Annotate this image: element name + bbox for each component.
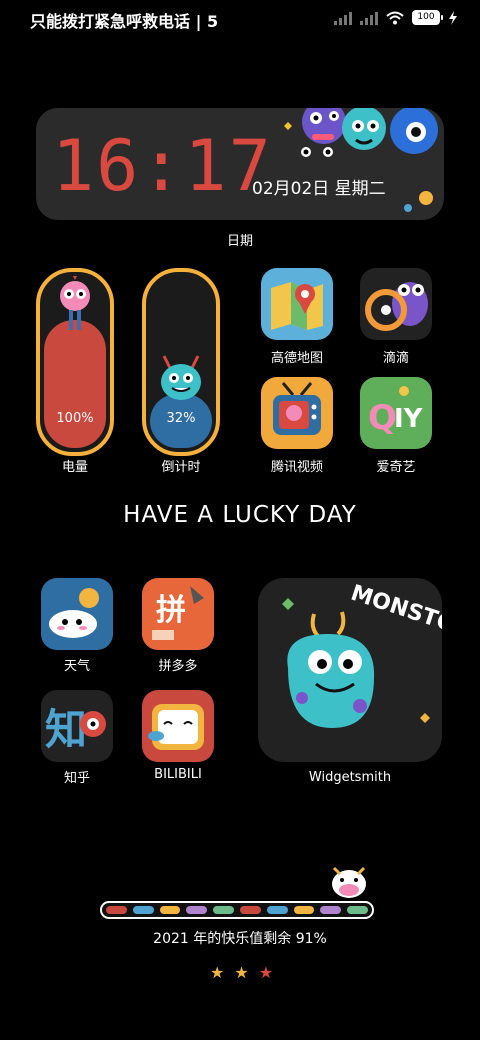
progress-segment — [239, 906, 261, 914]
monster-widget[interactable]: MONSTOR — [258, 578, 442, 762]
iqiyi-app[interactable]: Q IY — [360, 377, 432, 449]
clock-time: 16:17 — [52, 125, 273, 207]
weather-icon — [41, 578, 113, 650]
monster-widget-label: Widgetsmith — [308, 770, 392, 785]
progress-segment — [213, 906, 234, 914]
progress-segment — [159, 906, 181, 914]
bilibili-app[interactable] — [142, 690, 214, 762]
didi-icon — [360, 268, 432, 340]
tencent-video-icon — [261, 377, 333, 449]
iqiyi-label: 爱奇艺 — [376, 460, 416, 475]
monster-cluster-icon — [284, 108, 438, 212]
bilibili-icon — [142, 690, 214, 762]
tencent-video-app[interactable] — [261, 377, 333, 449]
pink-monster-icon — [60, 276, 90, 330]
status-carrier-text: 只能拨打紧急呼救电话 | 5 — [30, 12, 219, 31]
iqiyi-icon: Q IY — [360, 377, 432, 449]
headline: HAVE A LUCKY DAY — [123, 502, 357, 528]
charging-icon — [449, 10, 457, 25]
monster-art-text: MONSTOR — [348, 581, 442, 644]
amap-label: 高德地图 — [270, 351, 323, 366]
star-icon: ★ — [234, 963, 249, 982]
stars-row: ★ ★ ★ — [210, 963, 273, 982]
didi-app[interactable] — [360, 268, 432, 340]
svg-text:知: 知 — [45, 705, 87, 754]
zhihu-icon: 知 — [41, 690, 113, 762]
zhihu-app[interactable]: 知 — [41, 690, 113, 762]
battery-label: 电量 — [61, 460, 88, 475]
pinduoduo-app[interactable]: 拼 — [142, 578, 214, 650]
countdown-widget[interactable]: 32% — [142, 268, 220, 456]
amap-icon — [261, 268, 333, 340]
svg-text:Q: Q — [368, 398, 397, 438]
progress-segment — [266, 906, 288, 914]
svg-text:拼: 拼 — [156, 593, 186, 628]
progress-segment — [293, 906, 315, 914]
wifi-icon — [386, 11, 404, 24]
countdown-value: 32% — [166, 411, 196, 426]
countdown-label: 倒计时 — [161, 460, 201, 475]
battery-icon: 100 — [412, 10, 443, 25]
tencent-video-label: 腾讯视频 — [270, 460, 323, 475]
signal-icon-2 — [360, 11, 378, 25]
progress-segment — [106, 906, 127, 914]
battery-widget[interactable]: 100% — [36, 268, 114, 456]
bilibili-label: BILIBILI — [154, 767, 202, 782]
star-icon: ★ — [210, 963, 225, 982]
progress-segment — [320, 906, 342, 914]
cow-icon — [332, 866, 366, 898]
signal-icon — [334, 11, 352, 25]
star-icon: ★ — [258, 963, 274, 982]
battery-value: 100% — [56, 411, 94, 426]
battery-fill — [44, 320, 106, 448]
progress-track — [106, 906, 368, 914]
progress-segment — [186, 906, 208, 914]
pinduoduo-icon: 拼 — [142, 578, 214, 650]
teal-monster-icon — [161, 355, 201, 400]
didi-label: 滴滴 — [382, 351, 409, 366]
clock-widget[interactable]: 16:17 02月02日 星期二 — [36, 108, 444, 220]
pinduoduo-label: 拼多多 — [158, 659, 198, 674]
amap-app[interactable] — [261, 268, 333, 340]
clock-widget-caption: 日期 — [226, 234, 253, 249]
weather-app[interactable] — [41, 578, 113, 650]
progress-segment — [347, 906, 368, 914]
zhihu-label: 知乎 — [63, 771, 90, 786]
year-progress-bar — [100, 901, 374, 919]
year-progress-text: 2021 年的快乐值剩余 91% — [153, 931, 327, 947]
status-icons: 100 — [334, 10, 458, 25]
monster-art-icon: MONSTOR — [282, 581, 442, 728]
svg-text:IY: IY — [394, 404, 424, 434]
weather-label: 天气 — [63, 659, 90, 674]
progress-segment — [132, 906, 154, 914]
